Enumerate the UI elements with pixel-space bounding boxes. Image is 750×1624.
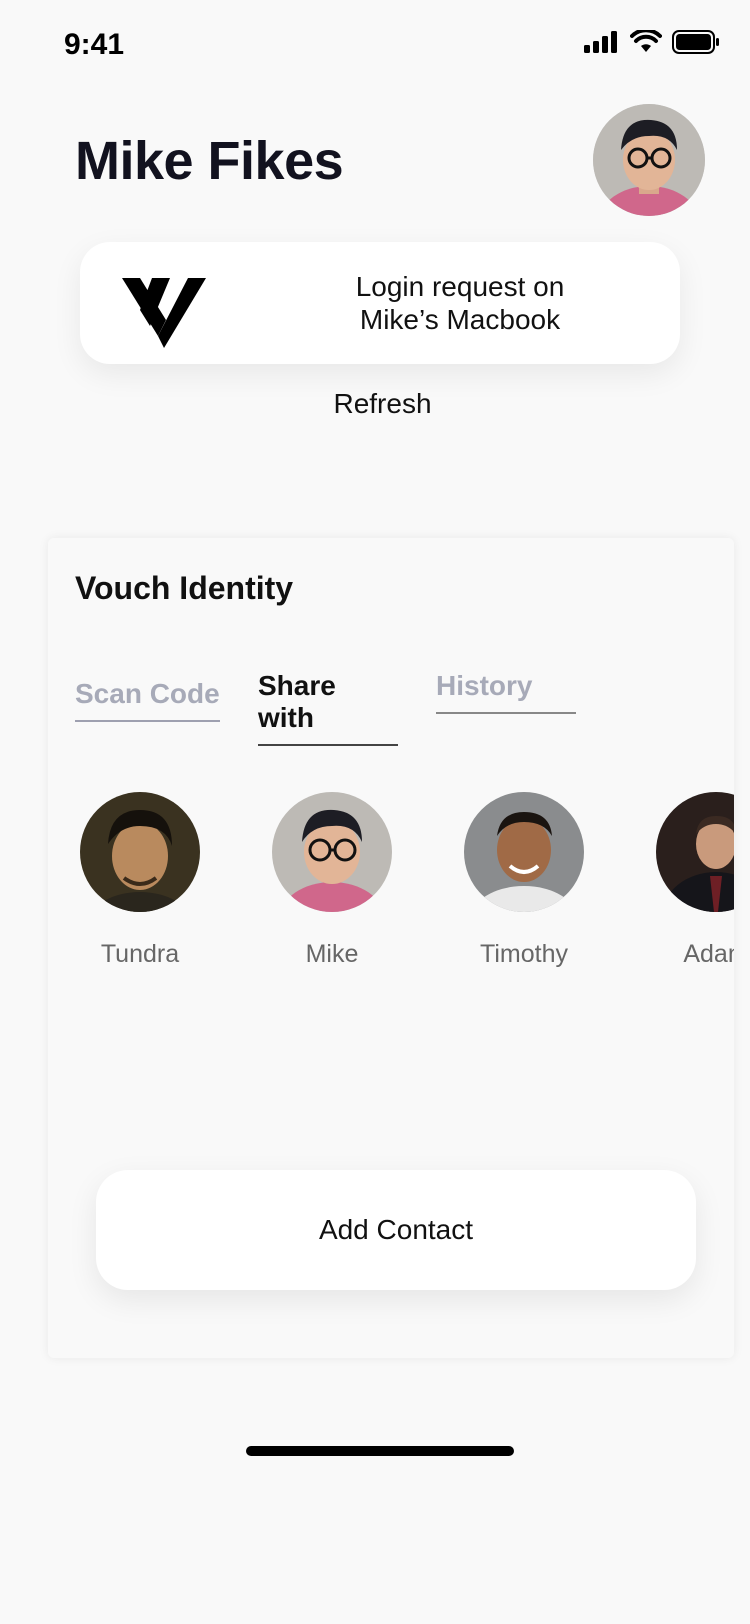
login-request-line2: Mike’s Macbook (359, 304, 561, 335)
contact-item[interactable]: Timothy (454, 792, 594, 969)
login-request-card[interactable]: Login request on Mike’s Macbook (80, 242, 680, 364)
signal-icon (584, 31, 617, 53)
login-request-line1: Login request on (355, 271, 565, 302)
vouch-logo-icon (122, 278, 206, 348)
contact-item[interactable]: Mike (262, 792, 402, 969)
contact-name: Tundra (100, 940, 180, 968)
tab-history[interactable]: History (436, 670, 576, 714)
contact-name: Adam (683, 940, 734, 968)
tab-share-with[interactable]: Share with (258, 670, 398, 746)
status-time: 9:41 (64, 28, 125, 61)
login-request-text: Login request on Mike’s Macbook (250, 270, 670, 336)
page-title: Mike Fikes (75, 131, 344, 191)
avatar (80, 792, 200, 912)
contact-item[interactable]: Adam (646, 792, 734, 969)
contact-item[interactable]: Tundra (70, 792, 210, 969)
avatar (272, 792, 392, 912)
contact-name: Timothy (480, 940, 568, 968)
home-indicator[interactable] (246, 1446, 514, 1456)
refresh-link[interactable]: Refresh (0, 388, 750, 420)
profile-avatar[interactable] (593, 104, 705, 216)
contact-name: Mike (305, 940, 359, 968)
panel-title: Vouch Identity (75, 570, 294, 606)
status-icons (584, 30, 720, 54)
contact-list: Tundra Mike Timothy Ada (48, 792, 734, 992)
avatar (656, 792, 734, 912)
tab-scan-code[interactable]: Scan Code (75, 678, 220, 722)
wifi-icon (630, 30, 662, 52)
vouch-identity-panel: Vouch Identity Scan Code Share with Hist… (48, 538, 734, 1358)
add-contact-button[interactable]: Add Contact (96, 1170, 696, 1290)
battery-icon (672, 30, 719, 54)
avatar (464, 792, 584, 912)
